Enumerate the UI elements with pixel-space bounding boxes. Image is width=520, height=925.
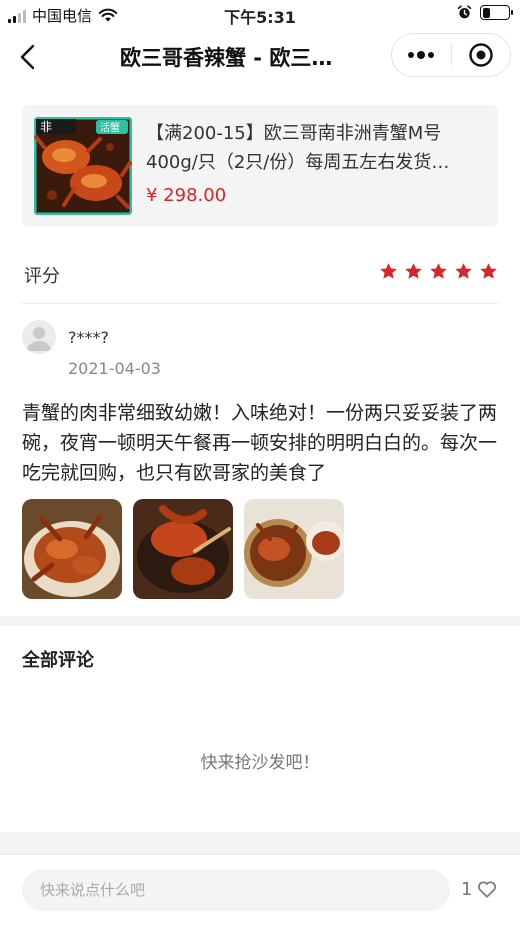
product-thumbnail: 非 活蟹 [34,117,132,215]
product-name: 【满200-15】欧三哥南非洲青蟹M号400g/只（2只/份）每周五左右发货… [146,123,450,173]
review-photo[interactable] [244,499,344,599]
nav-bar: 欧三哥香辣蟹 - 欧三… [0,30,520,84]
more-button[interactable] [392,34,451,76]
product-price: ¥ 298.00 [146,185,227,206]
review-date: 2021-04-03 [68,359,161,378]
battery-icon [480,5,513,20]
status-right [457,5,513,20]
thumb-badge-text: 活蟹 [100,121,120,134]
section-divider [0,832,520,854]
review-photo-image [133,499,233,599]
crab-dish-image: 非 活蟹 [34,117,132,215]
user-icon [27,327,51,351]
star-icon [430,263,447,279]
close-target-icon [469,43,493,67]
page-title: 欧三哥香辣蟹 - 欧三… [120,46,333,70]
alarm-clock-icon [457,5,472,19]
thumb-brand-text: 非 [40,120,52,134]
review-photo[interactable] [22,499,122,599]
like-count: 1 [461,879,473,900]
all-comments-heading: 全部评论 [22,650,94,671]
star-icon [480,263,497,279]
close-miniprogram-button[interactable] [452,34,511,76]
comment-input[interactable] [22,869,450,911]
miniprogram-capsule [391,33,511,77]
product-card[interactable]: 非 活蟹 【满200-15】欧三哥南非洲青蟹M号400g/只（2只/份）每周五左… [22,105,498,227]
star-icon [405,263,422,279]
section-divider [0,616,520,626]
review-text: 青蟹的肉非常细致幼嫩！入味绝对！一份两只妥妥装了两碗，夜宵一顿明天午餐再一顿安排… [22,402,498,484]
avatar [22,320,56,354]
more-dots-icon [408,51,435,59]
review-photo[interactable] [133,499,233,599]
review-photo-image [244,499,344,599]
reviewer-name: ?***? [68,328,109,347]
star-icon [455,263,472,279]
heart-icon [478,881,496,898]
review-photo-image [22,499,122,599]
status-time: 下午5:31 [224,8,296,27]
rating-row: 评分 [22,252,498,304]
back-button[interactable] [14,40,44,74]
bottom-comment-bar: 1 [0,854,520,925]
status-bar: 中国电信 下午5:31 [0,0,520,30]
empty-comments-hint: 快来抢沙发吧！ [200,753,320,773]
battery-level [482,7,490,18]
rating-stars [379,262,498,281]
star-icon [380,263,397,279]
like-button[interactable] [476,878,498,900]
rating-label: 评分 [24,266,60,287]
back-arrow-icon [20,44,35,70]
review-photos [22,499,344,599]
